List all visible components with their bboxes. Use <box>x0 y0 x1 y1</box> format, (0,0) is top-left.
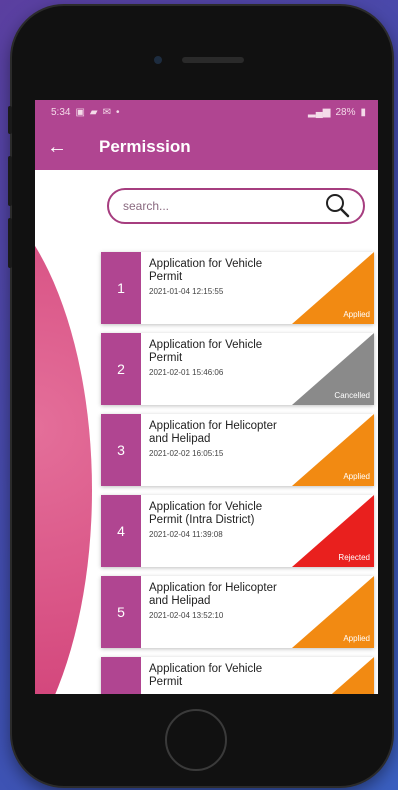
search-box <box>107 188 365 224</box>
application-card[interactable]: 1 Application for Vehicle Permit 2021-01… <box>101 252 374 324</box>
application-card[interactable]: 3 Application for Helicopter and Helipad… <box>101 414 374 486</box>
signal-icon: ▂▄▆ <box>308 106 331 118</box>
home-button[interactable] <box>165 709 227 771</box>
speaker-grille <box>182 57 244 63</box>
application-number: 4 <box>101 495 141 567</box>
search-input[interactable] <box>121 198 305 214</box>
page-title: Permission <box>99 137 191 156</box>
status-label: Applied <box>343 472 370 481</box>
message-icon: ▰ <box>89 106 98 118</box>
application-title: Application for Vehicle Permit (Intra Di… <box>149 501 263 526</box>
battery-level: 28% <box>335 106 356 118</box>
back-arrow-icon[interactable]: ← <box>37 136 77 159</box>
status-label: Applied <box>343 634 370 643</box>
status-bar: 5:34 ▣ ▰ ✉ • ▂▄▆ 28% ▮ <box>35 100 378 124</box>
application-title: Application for Helicopter and Helipad <box>149 582 277 607</box>
application-card[interactable]: 2 Application for Vehicle Permit 2021-02… <box>101 333 374 405</box>
application-number: 2 <box>101 333 141 405</box>
application-title: Application for Vehicle Permit <box>149 339 263 364</box>
application-title: Application for Helicopter and Helipad <box>149 420 277 445</box>
application-number: 5 <box>101 576 141 648</box>
mute-switch <box>8 106 12 134</box>
volume-down-button <box>8 218 12 268</box>
status-label: Cancelled <box>334 391 370 400</box>
status-label: Rejected <box>338 553 370 562</box>
camera-icon <box>154 56 162 64</box>
dot-icon: • <box>116 106 120 118</box>
volume-up-button <box>8 156 12 206</box>
application-card[interactable]: 5 Application for Helicopter and Helipad… <box>101 576 374 648</box>
search-icon[interactable] <box>323 192 351 220</box>
application-title: Application for Vehicle Permit <box>149 258 263 283</box>
battery-icon: ▮ <box>360 106 366 118</box>
application-number: 3 <box>101 414 141 486</box>
main-content: 1 Application for Vehicle Permit 2021-01… <box>35 170 378 694</box>
app-bar: ← Permission <box>35 124 378 170</box>
application-number <box>101 657 141 694</box>
application-card[interactable]: 4 Application for Vehicle Permit (Intra … <box>101 495 374 567</box>
app-screen: 5:34 ▣ ▰ ✉ • ▂▄▆ 28% ▮ ← Permission 1 <box>35 100 378 694</box>
mail-icon: ✉ <box>102 106 112 118</box>
application-title: Application for Vehicle Permit <box>149 663 263 688</box>
application-number: 1 <box>101 252 141 324</box>
status-label: Applied <box>343 310 370 319</box>
decorative-arc <box>35 180 92 694</box>
status-time: 5:34 <box>51 106 71 118</box>
application-list: 1 Application for Vehicle Permit 2021-01… <box>101 252 374 694</box>
application-card[interactable]: Application for Vehicle Permit <box>101 657 374 694</box>
image-icon: ▣ <box>75 106 85 118</box>
